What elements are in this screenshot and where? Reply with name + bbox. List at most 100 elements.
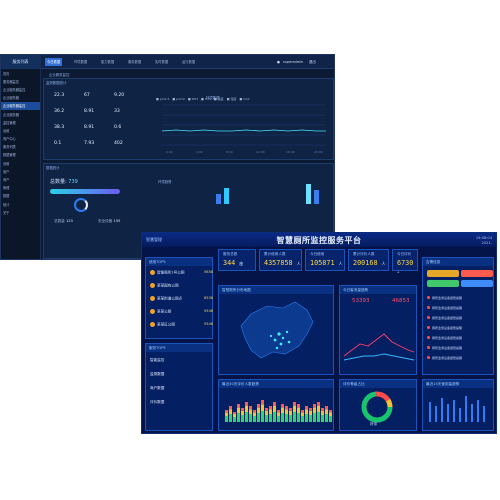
kpi-value: 4357858 人 xyxy=(264,259,301,267)
usage-bar xyxy=(229,414,232,422)
donut-label: 好评 xyxy=(370,422,378,426)
rank-item[interactable]: 某某公厕 5546 xyxy=(150,309,213,315)
stat-value: 67 xyxy=(84,93,90,98)
sidebar-item[interactable]: 监控管理 xyxy=(1,118,40,126)
usage-bar xyxy=(277,412,280,416)
usage-bar xyxy=(229,406,232,410)
usage-bar xyxy=(245,402,248,406)
sidebar-item[interactable]: 统计 xyxy=(1,200,40,208)
usage-bar xyxy=(281,407,284,413)
usage-bar-chart xyxy=(225,400,332,422)
rank-item[interactable]: 智能厕所1号公厕 5658 xyxy=(150,270,213,276)
alarm-record[interactable]: 厕所监测设备报警提醒 xyxy=(427,356,462,360)
alert-dot-icon xyxy=(427,336,430,339)
usage-bar xyxy=(309,415,312,422)
rank-item[interactable]: 某某街道公厕点 6536 xyxy=(150,296,213,302)
footer-stat-2: 安全设备 155 xyxy=(98,219,121,223)
sidebar-item[interactable]: 数据 xyxy=(1,192,40,200)
alarm-record[interactable]: 厕所监测设备报警提醒 xyxy=(427,306,462,310)
logout-link[interactable]: 退出 xyxy=(309,58,316,66)
sidebar-item[interactable]: 关于 xyxy=(1,208,40,216)
usage-bar xyxy=(225,410,228,413)
usage-bar xyxy=(305,406,308,410)
rank2-panel: 服务TOP5 智能监控 监测数据 商户数据 评价数据 xyxy=(145,343,213,431)
usage-bar xyxy=(241,415,244,422)
alarm-filter-button[interactable] xyxy=(427,280,459,287)
usage-bar xyxy=(325,406,328,410)
kpi-card: 今日使用 105871 人 xyxy=(305,249,345,271)
alarm-record[interactable]: 厕所监测设备报警提醒 xyxy=(427,346,462,350)
rank2-item[interactable]: 监测数据 xyxy=(150,372,164,377)
tab-2[interactable]: 能力数据 xyxy=(99,58,116,66)
kpi-card: 累计评价人数 200168 人 xyxy=(348,249,389,271)
rank-item[interactable]: 某某区公厕 5546 xyxy=(150,322,213,328)
alarm-filter-button[interactable] xyxy=(461,280,493,287)
user-icon[interactable]: ● xyxy=(277,58,280,66)
sidebar-item[interactable]: 企业服务器监控 xyxy=(1,101,40,110)
page-subtitle: 企业服务监控 xyxy=(49,73,70,77)
usage-bar xyxy=(309,408,312,411)
usage-bar xyxy=(257,407,260,413)
usage-bar xyxy=(325,414,328,422)
sidebar-item[interactable]: 数据管理 xyxy=(1,151,40,159)
sidebar-item[interactable]: 设置 xyxy=(1,159,40,167)
alarm-filter-button[interactable] xyxy=(427,270,459,277)
alert-dot-icon xyxy=(427,306,430,309)
usage-bar xyxy=(305,409,308,414)
tab-4[interactable]: 实时数据 xyxy=(153,58,170,66)
svg-text:4:00: 4:00 xyxy=(196,150,203,154)
sidebar-item[interactable]: 首页 xyxy=(1,69,40,77)
usage-bar xyxy=(329,412,332,416)
total-label: 总数量: 739 xyxy=(50,179,78,185)
sidebar-item[interactable]: 用户 xyxy=(1,167,40,175)
alarm-filter-button[interactable] xyxy=(461,270,493,277)
sidebar-item[interactable]: 服务列表 xyxy=(1,143,40,151)
sidebar-item[interactable]: 企业服务器监控 xyxy=(1,85,40,93)
user-name[interactable]: superadmin xyxy=(283,58,303,66)
usage-bar xyxy=(289,415,292,422)
svg-text:20:00: 20:00 xyxy=(314,150,323,154)
map-title: 智慧厕所分布地图 xyxy=(219,286,333,294)
usage-bar xyxy=(297,413,300,422)
tab-0[interactable]: 今日数据 xyxy=(45,58,63,66)
usage-bar xyxy=(245,412,248,422)
sidebar-item[interactable]: 运维 xyxy=(1,126,40,134)
usage-bar xyxy=(281,413,284,422)
tab-3[interactable]: 服务数据 xyxy=(126,58,143,66)
alarm-record[interactable]: 厕所监测设备报警提醒 xyxy=(427,296,462,300)
usage-bar xyxy=(313,407,316,413)
alarm-record[interactable]: 厕所监测设备报警提醒 xyxy=(427,336,462,340)
alert-dot-icon xyxy=(427,296,430,299)
bottom-title: 数据统计 xyxy=(46,166,60,170)
rank2-item[interactable]: 评价数据 xyxy=(150,400,164,405)
rank2-item[interactable]: 商户数据 xyxy=(150,386,164,391)
kpi-label: 服务总数 xyxy=(223,252,238,256)
overview-panel: 监测数据统计 22.3 67 9.20 36.2 8.91 33 38.3 8.91 0.6 0.… xyxy=(43,78,334,160)
usage-bar xyxy=(225,412,228,416)
usage-bar xyxy=(293,406,296,412)
svg-text:0:00: 0:00 xyxy=(166,150,173,154)
tab-5[interactable]: 运行数据 xyxy=(180,58,197,66)
sidebar-item[interactable]: 企业服务器 xyxy=(1,94,40,102)
dashboard-header: 智慧管理 智慧厕所监控服务平台 19:08:04 2021- xyxy=(142,233,496,247)
sidebar-item[interactable]: 商户 xyxy=(1,175,40,183)
usage-bar xyxy=(225,416,228,422)
usage-bar xyxy=(241,410,244,415)
svg-text:12:00: 12:00 xyxy=(256,150,265,154)
rank2-item[interactable]: 智能监控 xyxy=(150,358,164,363)
alarm-record[interactable]: 厕所监测设备报警提醒 xyxy=(427,316,462,320)
dashboard-window: 智慧管理 智慧厕所监控服务平台 19:08:04 2021- 服务总数 344 座 累… xyxy=(141,232,497,434)
sidebar-item[interactable]: 企业服务器 xyxy=(1,110,40,118)
sidebar-item[interactable]: 商户中心 xyxy=(1,135,40,143)
rank-item[interactable]: 某某国有公厕 xyxy=(150,283,179,289)
alert-dot-icon xyxy=(427,326,430,329)
today-left-value: 53393 xyxy=(352,298,370,304)
sidebar-item[interactable]: 管理 xyxy=(1,184,40,192)
tab-1[interactable]: 环境数据 xyxy=(72,58,89,66)
sidebar-item[interactable]: 服务器监控 xyxy=(1,77,40,85)
rating-donut xyxy=(361,391,393,423)
usage-bar xyxy=(321,408,324,411)
alarm-record[interactable]: 厕所监测设备报警提醒 xyxy=(427,326,462,330)
usage-bar xyxy=(249,409,252,414)
kpi-card: 累计使用人数 4357858 人 xyxy=(259,249,302,271)
